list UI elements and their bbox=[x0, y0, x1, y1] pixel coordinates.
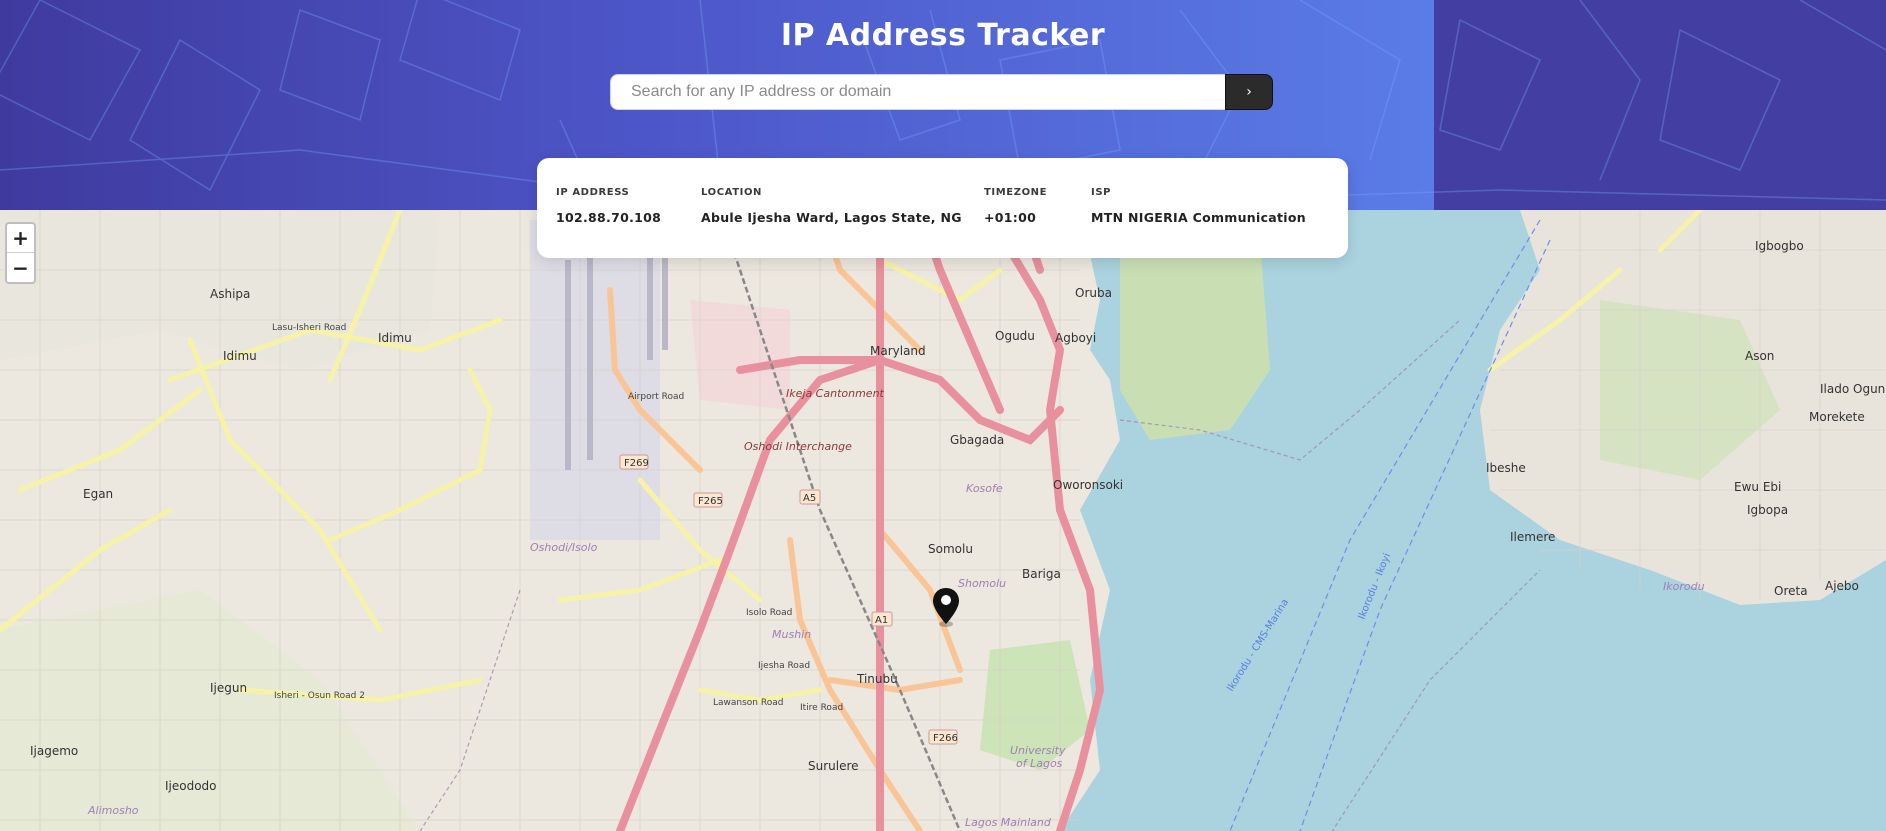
svg-text:Igbopa: Igbopa bbox=[1747, 503, 1788, 517]
svg-text:Tinubu: Tinubu bbox=[856, 672, 898, 686]
svg-text:Gbagada: Gbagada bbox=[950, 433, 1004, 447]
svg-text:Airport Road: Airport Road bbox=[628, 392, 684, 402]
svg-text:Ikeja Cantonment: Ikeja Cantonment bbox=[786, 387, 885, 400]
svg-text:Ibeshe: Ibeshe bbox=[1486, 461, 1526, 475]
svg-text:Mushin: Mushin bbox=[772, 628, 811, 641]
svg-text:of Lagos: of Lagos bbox=[1016, 757, 1063, 770]
isp-value: MTN NIGERIA Communication bbox=[1091, 210, 1306, 225]
isp-label: ISP bbox=[1091, 187, 1112, 198]
svg-text:University: University bbox=[1010, 744, 1066, 757]
svg-text:Shomolu: Shomolu bbox=[958, 577, 1006, 590]
ip-info-card: IP ADDRESS 102.88.70.108 LOCATION Abule … bbox=[537, 158, 1348, 258]
svg-text:F266: F266 bbox=[933, 733, 958, 744]
svg-text:Oruba: Oruba bbox=[1075, 286, 1112, 300]
search-input[interactable] bbox=[610, 74, 1225, 110]
svg-text:Ijegun: Ijegun bbox=[210, 681, 247, 695]
svg-text:Oreta: Oreta bbox=[1774, 584, 1808, 598]
svg-text:F265: F265 bbox=[698, 496, 723, 507]
isp-block: ISP MTN NIGERIA Communication bbox=[1091, 187, 1306, 225]
ip-address-block: IP ADDRESS 102.88.70.108 bbox=[556, 187, 661, 225]
svg-text:Idimu: Idimu bbox=[223, 349, 257, 363]
svg-text:Lasu-Isheri Road: Lasu-Isheri Road bbox=[272, 323, 346, 333]
svg-text:A1: A1 bbox=[875, 615, 888, 626]
svg-text:Idimu: Idimu bbox=[378, 331, 412, 345]
svg-text:Morekete: Morekete bbox=[1809, 410, 1865, 424]
page-title: IP Address Tracker bbox=[780, 18, 1106, 53]
svg-text:Ason: Ason bbox=[1745, 349, 1774, 363]
ip-address-label: IP ADDRESS bbox=[556, 187, 630, 198]
timezone-label: TIMEZONE bbox=[984, 187, 1048, 198]
map-tiles: F269 F265 A5 A1 F266 Ashipa Idimu Idimu … bbox=[0, 210, 1886, 831]
ip-address-value: 102.88.70.108 bbox=[556, 210, 662, 225]
svg-text:Ewu Ebi: Ewu Ebi bbox=[1734, 480, 1781, 494]
svg-text:Alimosho: Alimosho bbox=[87, 804, 139, 817]
chevron-right-icon: › bbox=[1246, 84, 1252, 100]
svg-text:Lawanson Road: Lawanson Road bbox=[713, 698, 783, 708]
timezone-value: +01:00 bbox=[984, 210, 1037, 225]
svg-text:Ijeododo: Ijeododo bbox=[165, 779, 217, 793]
svg-text:Surulere: Surulere bbox=[808, 759, 859, 773]
zoom-in-button[interactable]: + bbox=[7, 224, 34, 253]
svg-text:A5: A5 bbox=[803, 493, 816, 504]
svg-text:Isheri - Osun Road 2: Isheri - Osun Road 2 bbox=[274, 691, 365, 701]
svg-text:Bariga: Bariga bbox=[1022, 567, 1061, 581]
svg-text:Lagos Mainland: Lagos Mainland bbox=[965, 816, 1052, 829]
svg-text:Itire Road: Itire Road bbox=[800, 703, 843, 713]
location-value: Abule Ijesha Ward, Lagos State, NG bbox=[701, 210, 962, 225]
svg-text:Ijagemo: Ijagemo bbox=[30, 744, 78, 758]
svg-text:Isolo Road: Isolo Road bbox=[746, 608, 792, 618]
search-bar: › bbox=[610, 74, 1273, 110]
svg-text:Oworonsoki: Oworonsoki bbox=[1053, 478, 1123, 492]
svg-text:Somolu: Somolu bbox=[928, 542, 973, 556]
svg-text:Ogudu: Ogudu bbox=[995, 329, 1035, 343]
location-label: LOCATION bbox=[701, 187, 763, 198]
svg-text:Oshodi Interchange: Oshodi Interchange bbox=[744, 440, 852, 453]
svg-text:Ilemere: Ilemere bbox=[1510, 530, 1555, 544]
svg-text:Oshodi/Isolo: Oshodi/Isolo bbox=[530, 541, 598, 554]
map-view[interactable]: F269 F265 A5 A1 F266 Ashipa Idimu Idimu … bbox=[0, 210, 1886, 831]
svg-text:Egan: Egan bbox=[83, 487, 113, 501]
location-block: LOCATION Abule Ijesha Ward, Lagos State,… bbox=[701, 187, 962, 225]
timezone-block: TIMEZONE +01:00 bbox=[984, 187, 1047, 225]
svg-text:Ajebo: Ajebo bbox=[1825, 579, 1859, 593]
svg-text:Ikorodu: Ikorodu bbox=[1663, 580, 1705, 593]
svg-text:Igbogbo: Igbogbo bbox=[1755, 239, 1804, 253]
zoom-out-button[interactable]: − bbox=[7, 253, 34, 282]
svg-text:Maryland: Maryland bbox=[870, 344, 926, 358]
svg-text:Agboyi: Agboyi bbox=[1055, 331, 1096, 345]
svg-text:Ilado Ogunu: Ilado Ogunu bbox=[1820, 382, 1886, 396]
location-pin-icon[interactable] bbox=[933, 588, 959, 632]
svg-text:F269: F269 bbox=[624, 458, 649, 469]
zoom-control: + − bbox=[5, 222, 36, 284]
search-submit-button[interactable]: › bbox=[1225, 74, 1273, 110]
svg-text:Ijesha Road: Ijesha Road bbox=[758, 661, 810, 671]
svg-text:Kosofe: Kosofe bbox=[966, 482, 1003, 495]
svg-text:Ashipa: Ashipa bbox=[210, 287, 250, 301]
